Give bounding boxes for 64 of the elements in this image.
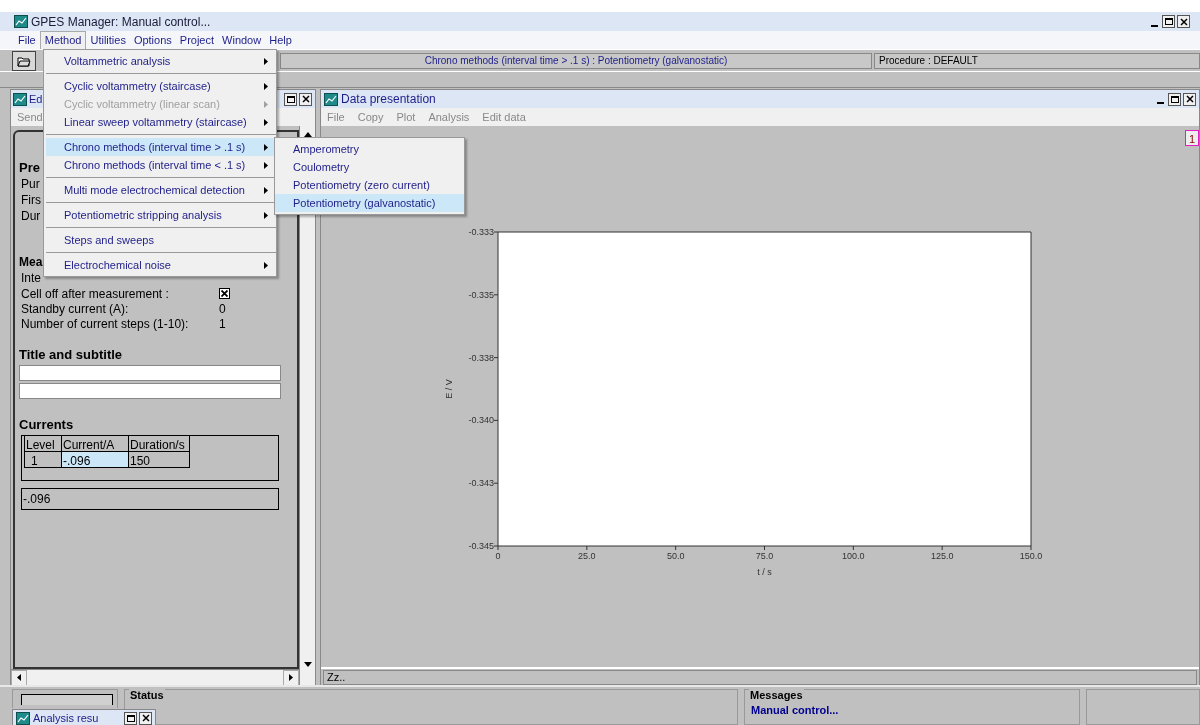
menu-item[interactable]: Steps and sweeps <box>46 231 276 249</box>
section-heading: Pre <box>19 160 40 176</box>
status-field: Zz.. <box>323 669 1197 685</box>
table-cell[interactable]: 150 <box>128 452 190 468</box>
parameter-label: Inte <box>21 270 41 286</box>
y-tick-label: -0.335 <box>468 289 494 300</box>
parameter-value: 0 <box>219 300 226 318</box>
menu-item[interactable]: Potentiometry (galvanostatic) <box>275 194 464 212</box>
column-header: Duration/s <box>128 436 190 452</box>
window-title: Data presentation <box>341 91 436 108</box>
menu-item[interactable]: Potentiometric stripping analysis <box>46 206 276 224</box>
window-title: GPES Manager: Manual control... <box>31 13 211 31</box>
menu-item[interactable]: Cyclic voltammetry (staircase) <box>46 77 276 95</box>
menu-item[interactable]: Electrochemical noise <box>46 256 276 274</box>
menu-item[interactable]: Help <box>265 31 296 49</box>
x-tick-label: 50.0 <box>666 551 685 561</box>
procedure-field: Procedure : DEFAULT <box>874 52 1200 69</box>
minimized-window[interactable]: Analysis resu <box>12 709 156 725</box>
method-status-field: Chrono methods (interval time > .1 s) : Potentiometry (galvanostatic) <box>280 52 872 69</box>
menu-item[interactable]: Multi mode electrochemical detection <box>46 181 276 199</box>
parameter-value: 1 <box>219 315 226 333</box>
value-field[interactable]: -.096 <box>21 488 279 510</box>
x-tick-label: 150.0 <box>1019 551 1043 561</box>
y-tick-label: -0.340 <box>468 415 494 426</box>
section-heading: Currents <box>19 417 74 433</box>
y-tick-label: -0.345 <box>468 541 494 551</box>
y-tick-label: -0.343 <box>468 478 494 489</box>
x-tick-label: 25.0 <box>578 551 596 561</box>
menu-item[interactable]: Utilities <box>86 31 130 49</box>
x-tick-label: 75.0 <box>755 551 774 561</box>
parameter-label: Pur <box>21 176 40 192</box>
parameter-label: Dur <box>21 208 41 224</box>
menu-item[interactable]: Project <box>175 31 219 49</box>
menu-item[interactable]: Amperometry <box>275 140 464 158</box>
table-cell[interactable]: -.096 <box>61 452 128 468</box>
menu-item[interactable]: Window <box>218 31 266 49</box>
plot-number-badge: 1 <box>1185 130 1199 146</box>
menu-item[interactable]: Coulometry <box>275 158 464 176</box>
window-title: Analysis resu <box>33 710 100 725</box>
column-header: Level <box>24 436 61 452</box>
x-tick-label: 100.0 <box>842 551 865 561</box>
menu-item[interactable]: Method <box>39 31 87 49</box>
menu-item[interactable]: Voltammetric analysis <box>46 52 276 70</box>
x-axis-label: t / s <box>757 567 772 577</box>
parameter-label: Firs <box>21 192 41 208</box>
parameter-label: Cell off after measurement : <box>21 285 170 303</box>
x-tick-label: 0 <box>495 551 501 561</box>
menu-item[interactable]: Linear sweep voltammetry (staircase) <box>46 113 276 131</box>
menu-item[interactable]: Chrono methods (interval time > .1 s) <box>46 138 276 156</box>
menu-item[interactable]: File <box>14 31 40 49</box>
parameter-label: Number of current steps (1-10): <box>21 316 190 333</box>
parameter-label: Standby current (A): <box>21 300 130 318</box>
message-text: Manual control... <box>751 704 839 716</box>
section-heading: Title and subtitle <box>19 347 123 363</box>
group-heading: Messages <box>749 687 804 704</box>
y-axis-label: E / V <box>444 379 454 399</box>
window-title: Ed <box>29 91 43 107</box>
y-tick-label: -0.333 <box>468 227 494 237</box>
x-tick-label: 125.0 <box>930 551 954 561</box>
menu-item[interactable]: Potentiometry (zero current) <box>275 176 464 194</box>
section-heading: Mea <box>19 254 43 270</box>
menu-item[interactable]: Chrono methods (interval time < .1 s) <box>46 156 276 174</box>
y-tick-label: -0.338 <box>468 352 494 363</box>
menu-item[interactable]: Options <box>129 31 176 49</box>
